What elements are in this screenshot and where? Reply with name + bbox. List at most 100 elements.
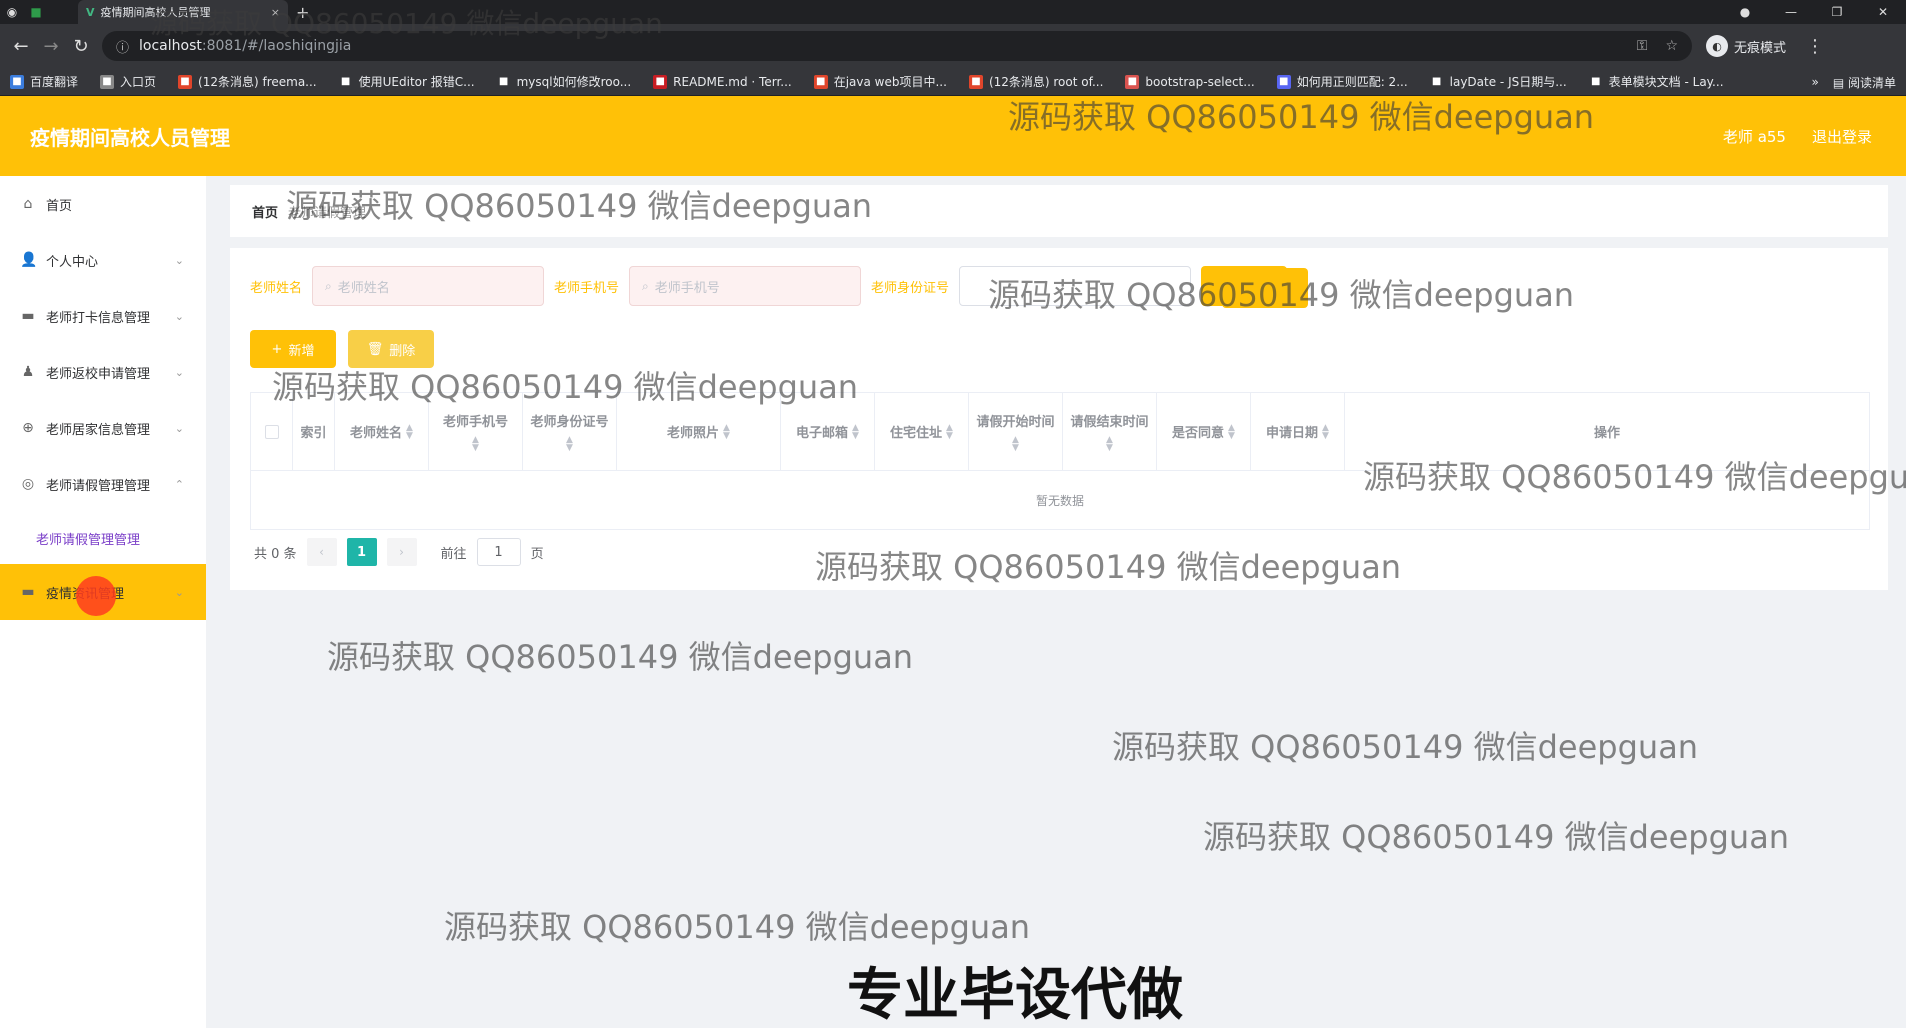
sidebar-item-news[interactable]: ▬ 疫情资讯管理 ⌄ xyxy=(0,564,206,620)
user-name[interactable]: 老师 a55 xyxy=(1723,126,1786,147)
sort-icon[interactable]: ▲ ▼ xyxy=(1322,423,1329,440)
add-button[interactable]: + 新增 xyxy=(250,330,336,368)
bookmark-item[interactable]: ■ mysql如何修改roo... xyxy=(496,73,632,90)
minimize-icon[interactable]: — xyxy=(1768,0,1814,24)
cursor-highlight xyxy=(76,576,116,616)
th-label: 请假结束时间 xyxy=(1070,415,1149,430)
sort-icon[interactable]: ▲ ▼ xyxy=(566,436,573,453)
sort-icon[interactable]: ▲ ▼ xyxy=(723,423,730,440)
menu-icon[interactable]: ⋮ xyxy=(1800,36,1830,57)
reload-icon[interactable]: ↻ xyxy=(66,36,96,57)
select-all-checkbox[interactable] xyxy=(264,424,279,439)
bookmark-item[interactable]: ■ 入口页 xyxy=(100,73,156,90)
bookmark-label: 使用UEditor 报错C... xyxy=(358,75,475,89)
bookmark-item[interactable]: ■ (12条消息) root of... xyxy=(968,73,1103,90)
star-icon[interactable]: ☆ xyxy=(1665,38,1678,54)
new-tab-button[interactable]: + xyxy=(296,3,309,22)
bookmark-label: bootstrap-select... xyxy=(1145,74,1255,89)
reading-list-button[interactable]: ▤ 阅读清单 xyxy=(1833,74,1896,91)
profile-menu-icon[interactable]: ● xyxy=(1722,0,1768,24)
info-icon[interactable]: ⓘ xyxy=(116,37,129,56)
chrome-icon[interactable]: ◉ xyxy=(0,0,24,24)
close-icon[interactable]: × xyxy=(271,6,280,19)
th-apply-date[interactable]: 申请日期 ▲ ▼ xyxy=(1251,393,1345,470)
page-number[interactable]: 1 xyxy=(346,538,377,566)
sidebar-item-checkin[interactable]: ▬ 老师打卡信息管理 ⌄ xyxy=(0,288,206,344)
sidebar-item-profile[interactable]: 👤 个人中心 ⌄ xyxy=(0,232,206,288)
globe-icon: ⊕ xyxy=(22,420,34,436)
th-actions: 操作 xyxy=(1345,393,1869,470)
close-window-icon[interactable]: ✕ xyxy=(1860,0,1906,24)
sort-icon[interactable]: ▲ ▼ xyxy=(1012,436,1019,453)
goto-page-input[interactable]: 1 xyxy=(476,538,521,566)
sidebar-item-leave[interactable]: ◎ 老师请假管理管理 ⌃ xyxy=(0,456,206,512)
csdn-icon: ■ xyxy=(968,74,983,89)
sidebar-item-home-info[interactable]: ⊕ 老师居家信息管理 ⌄ xyxy=(0,400,206,456)
th-idcard[interactable]: 老师身份证号 ▲ ▼ xyxy=(523,393,617,470)
sort-icon[interactable]: ▲ ▼ xyxy=(406,423,413,440)
sidebar-subitem-leave[interactable]: 老师请假管理管理 xyxy=(0,512,206,564)
bookmark-label: mysql如何修改roo... xyxy=(516,75,632,89)
th-label: 索引 xyxy=(300,426,327,441)
name-input[interactable]: ⌕ 老师姓名 xyxy=(312,266,545,306)
delete-button[interactable]: 🗑 删除 xyxy=(348,330,434,368)
globe-icon: ■ xyxy=(100,74,115,89)
watermark: 源码获取 QQ86050149 微信deepguan xyxy=(1112,728,1699,766)
sort-icon[interactable]: ▲ ▼ xyxy=(1228,423,1235,440)
bookmark-item[interactable]: ■ 百度翻译 xyxy=(10,73,78,90)
bookmark-item[interactable]: ■ bootstrap-select... xyxy=(1125,74,1255,89)
bookmark-item[interactable]: ■ 在java web项目中... xyxy=(813,73,947,90)
sidebar-item-return[interactable]: ♟ 老师返校申请管理 ⌄ xyxy=(0,344,206,400)
plus-icon: + xyxy=(271,341,283,357)
browser-tab[interactable]: V 疫情期间高校人员管理 × xyxy=(78,0,288,24)
address-bar[interactable]: ⓘ localhost :8081/#/laoshiqingjia ⚿ ☆ xyxy=(102,31,1692,61)
th-photo[interactable]: 老师照片 ▲ ▼ xyxy=(617,393,781,470)
breadcrumb-home[interactable]: 首页 xyxy=(252,202,278,221)
th-leave-start[interactable]: 请假开始时间 ▲ ▼ xyxy=(969,393,1063,470)
th-label: 请假开始时间 xyxy=(976,415,1055,430)
bookmark-item[interactable]: ■ 表单模块文档 - Lay... xyxy=(1588,73,1724,90)
th-approved[interactable]: 是否同意 ▲ ▼ xyxy=(1157,393,1251,470)
next-page-button[interactable]: › xyxy=(386,538,417,566)
app-title: 疫情期间高校人员管理 xyxy=(30,125,230,150)
bookmark-item[interactable]: ■ README.md · Terr... xyxy=(653,74,792,89)
bookmark-item[interactable]: ■ (12条消息) freema... xyxy=(178,73,317,90)
forward-icon[interactable]: → xyxy=(36,36,66,57)
user-icon: 👤 xyxy=(20,252,38,268)
bookmark-item[interactable]: ■ 如何用正则匹配: 2... xyxy=(1276,73,1408,90)
logout-button[interactable]: 退出登录 xyxy=(1812,126,1872,147)
sort-icon[interactable]: ▲ ▼ xyxy=(946,423,953,440)
bookmark-label: 如何用正则匹配: 2... xyxy=(1296,75,1408,89)
th-phone[interactable]: 老师手机号 ▲ ▼ xyxy=(429,393,523,470)
th-address[interactable]: 住宅住址 ▲ ▼ xyxy=(875,393,969,470)
bookmark-label: README.md · Terr... xyxy=(673,74,792,89)
th-email[interactable]: 电子邮箱 ▲ ▼ xyxy=(781,393,875,470)
prev-page-button[interactable]: ‹ xyxy=(306,538,337,566)
bookmark-label: 入口页 xyxy=(120,75,157,89)
bookmark-item[interactable]: ■ layDate - JS日期与... xyxy=(1429,73,1567,90)
th-leave-end[interactable]: 请假结束时间 ▲ ▼ xyxy=(1063,393,1157,470)
key-icon[interactable]: ⚿ xyxy=(1637,38,1648,54)
sidebar-item-home[interactable]: ⌂ 首页 xyxy=(0,176,206,232)
phone-input[interactable]: ⌕ 老师手机号 xyxy=(629,266,862,306)
watermark: 源码获取 QQ86050149 微信deepguan xyxy=(444,908,1031,946)
more-bookmarks-icon[interactable]: » xyxy=(1811,75,1818,89)
back-icon[interactable]: ← xyxy=(6,36,36,57)
incognito-indicator[interactable]: ◐ 无痕模式 xyxy=(1706,35,1786,57)
sidebar-item-label: 个人中心 xyxy=(46,254,99,270)
sort-icon[interactable]: ▲ ▼ xyxy=(472,436,479,453)
sort-icon[interactable]: ▲ ▼ xyxy=(1106,436,1113,453)
table-header: 索引 老师姓名 ▲ ▼ 老师手机号 ▲ ▼ 老师身份证号 ▲ ▼ 老师照片 ▲ ▼ 电子邮箱 ▲ ▼… xyxy=(251,393,1869,471)
id-input[interactable] xyxy=(959,266,1192,306)
th-label: 老师照片 xyxy=(667,426,720,441)
vue-icon: V xyxy=(86,5,95,19)
sort-icon[interactable]: ▲ ▼ xyxy=(852,423,859,440)
bookmark-icon: ■ xyxy=(1276,74,1291,89)
th-label: 电子邮箱 xyxy=(796,426,849,441)
th-name[interactable]: 老师姓名 ▲ ▼ xyxy=(335,393,429,470)
add-label: 新增 xyxy=(288,343,315,359)
app-tab-icon[interactable]: ■ xyxy=(24,0,48,24)
url-path: :8081/#/laoshiqingjia xyxy=(201,38,352,54)
restore-icon[interactable]: ❐ xyxy=(1814,0,1860,24)
bookmark-item[interactable]: ■ 使用UEditor 报错C... xyxy=(338,73,475,90)
